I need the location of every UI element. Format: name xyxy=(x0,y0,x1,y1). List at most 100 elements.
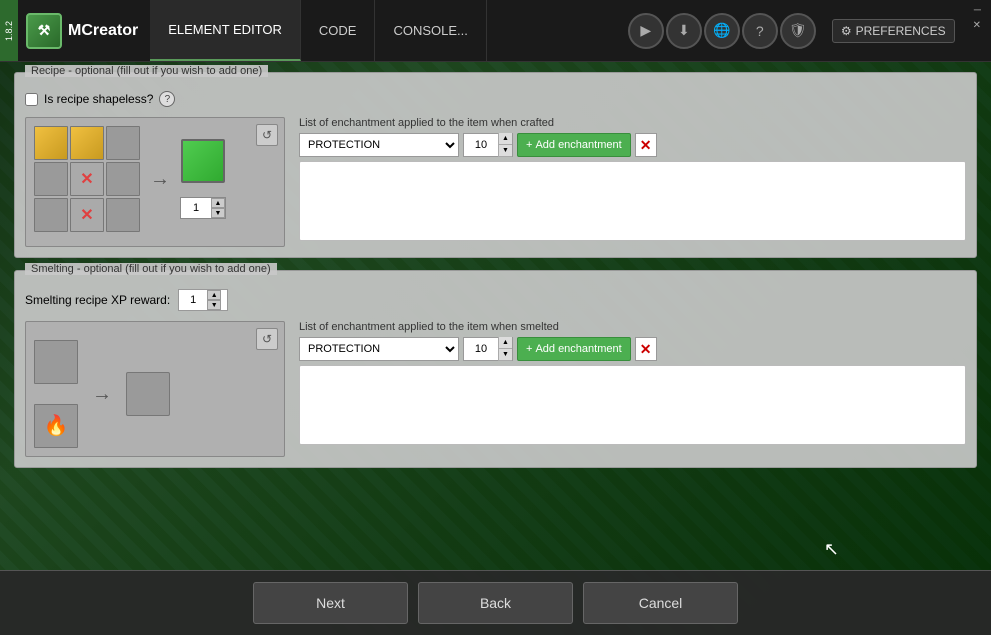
smelting-enchant-section: List of enchantment applied to the item … xyxy=(299,321,966,445)
recipe-enchant-level: 10 ▲ ▼ xyxy=(463,133,513,157)
recipe-enchant-list xyxy=(299,161,966,241)
grid-cell-0-0[interactable] xyxy=(34,126,68,160)
shapeless-row: Is recipe shapeless? ? xyxy=(25,91,966,107)
version-badge: 1.8.2 xyxy=(0,0,18,61)
close-button[interactable]: ✕ xyxy=(969,19,985,32)
reset-smelting-button[interactable]: ↺ xyxy=(256,328,278,350)
minimize-button[interactable]: ─ xyxy=(970,4,985,17)
smelting-enchant-level-down[interactable]: ▼ xyxy=(498,349,512,361)
recipe-add-enchant-button[interactable]: + Add enchantment xyxy=(517,133,631,157)
smelting-enchant-row: PROTECTION 10 ▲ ▼ + Add enchantment xyxy=(299,337,966,361)
grid-cell-0-1[interactable] xyxy=(70,126,104,160)
download-icon[interactable]: ⬇ xyxy=(666,13,702,49)
smelting-enchant-level-value: 10 xyxy=(464,343,498,355)
count-down-button[interactable]: ▼ xyxy=(211,208,225,218)
grid-cell-0-2[interactable] xyxy=(106,126,140,160)
bottom-bar: Next Back Cancel xyxy=(0,570,991,635)
xp-down-button[interactable]: ▼ xyxy=(207,300,221,310)
next-button[interactable]: Next xyxy=(253,582,408,624)
smelting-output-cell[interactable] xyxy=(126,372,170,416)
nav-element-editor[interactable]: ELEMENT EDITOR xyxy=(150,0,301,61)
fire-icon: 🔥 xyxy=(35,413,77,438)
gear-icon: ⚙ xyxy=(841,24,852,38)
smelting-add-enchant-label: Add enchantment xyxy=(535,343,621,355)
main-content: Recipe - optional (fill out if you wish … xyxy=(0,62,991,635)
smelting-plus-icon: + xyxy=(526,343,532,355)
smelting-section-title: Smelting - optional (fill out if you wis… xyxy=(25,263,277,275)
smelting-enchant-level-up[interactable]: ▲ xyxy=(498,337,512,349)
smelting-enchant-label: List of enchantment applied to the item … xyxy=(299,321,966,333)
smelting-section-inner: Smelting recipe XP reward: ▲ ▼ ↺ xyxy=(25,289,966,457)
recipe-enchant-level-up[interactable]: ▲ xyxy=(498,133,512,145)
app-name: MCreator xyxy=(68,22,138,40)
xp-value-field[interactable] xyxy=(179,290,207,310)
help-icon[interactable]: ? xyxy=(159,91,175,107)
window-controls: ─ ✕ xyxy=(963,0,991,61)
recipe-remove-enchant-button[interactable]: ✕ xyxy=(635,133,657,157)
shapeless-checkbox[interactable] xyxy=(25,93,38,106)
recipe-enchant-section: List of enchantment applied to the item … xyxy=(299,117,966,241)
plus-icon: + xyxy=(526,139,532,151)
grid-cell-2-1[interactable]: ✕ xyxy=(70,198,104,232)
smelting-area: ↺ 🔥 → List o xyxy=(25,321,966,457)
back-button[interactable]: Back xyxy=(418,582,573,624)
titlebar-right: ⚙ PREFERENCES xyxy=(824,0,963,61)
grid-cell-1-0[interactable] xyxy=(34,162,68,196)
crafting-grid: ✕ ✕ xyxy=(34,126,140,232)
grid-cell-1-2[interactable] xyxy=(106,162,140,196)
preferences-button[interactable]: ⚙ PREFERENCES xyxy=(832,19,955,43)
grid-cell-2-2[interactable] xyxy=(106,198,140,232)
nav-console[interactable]: CONSOLE... xyxy=(375,0,486,61)
recipe-enchant-level-value: 10 xyxy=(464,139,498,151)
smelting-add-enchant-button[interactable]: + Add enchantment xyxy=(517,337,631,361)
shapeless-label: Is recipe shapeless? xyxy=(44,92,153,106)
globe-icon[interactable]: 🌐 xyxy=(704,13,740,49)
xp-up-button[interactable]: ▲ xyxy=(207,290,221,300)
add-enchant-label: Add enchantment xyxy=(535,139,621,151)
titlebar: 1.8.2 ⚒ MCreator ELEMENT EDITOR CODE CON… xyxy=(0,0,991,62)
recipe-section: Recipe - optional (fill out if you wish … xyxy=(14,72,977,258)
count-box: ▲ ▼ xyxy=(180,197,226,219)
recipe-section-inner: Is recipe shapeless? ? ↺ xyxy=(25,91,966,247)
smelting-input-column: 🔥 xyxy=(34,340,78,448)
smelting-arrow-icon: → xyxy=(92,383,112,406)
smelting-section: Smelting - optional (fill out if you wis… xyxy=(14,270,977,468)
recipe-output-cell[interactable] xyxy=(181,139,225,183)
crafting-grid-container: ↺ ✕ ✕ xyxy=(25,117,285,247)
recipe-section-title: Recipe - optional (fill out if you wish … xyxy=(25,65,268,77)
output-count-input: ▲ ▼ xyxy=(180,197,226,219)
smelting-layout: 🔥 → xyxy=(34,340,276,448)
grid-cell-2-0[interactable] xyxy=(34,198,68,232)
smelting-enchant-select[interactable]: PROTECTION xyxy=(299,337,459,361)
xp-reward-label: Smelting recipe XP reward: xyxy=(25,293,170,307)
recipe-area: ↺ ✕ ✕ xyxy=(25,117,966,247)
nav-code[interactable]: CODE xyxy=(301,0,376,61)
count-up-button[interactable]: ▲ xyxy=(211,198,225,208)
app-logo: ⚒ MCreator xyxy=(18,0,146,61)
recipe-enchant-level-down[interactable]: ▼ xyxy=(498,145,512,157)
count-arrows: ▲ ▼ xyxy=(211,198,225,218)
toolbar-icons: ▶ ⬇ 🌐 ? 🛡 xyxy=(620,0,824,61)
logo-icon: ⚒ xyxy=(26,13,62,49)
preferences-label: PREFERENCES xyxy=(856,24,946,38)
recipe-enchant-select[interactable]: PROTECTION xyxy=(299,133,459,157)
recipe-enchant-row: PROTECTION 10 ▲ ▼ + Add enchantment xyxy=(299,133,966,157)
cancel-button[interactable]: Cancel xyxy=(583,582,738,624)
titlebar-nav: ELEMENT EDITOR CODE CONSOLE... xyxy=(150,0,487,61)
smelting-grid-container: ↺ 🔥 → xyxy=(25,321,285,457)
shield-icon[interactable]: 🛡 xyxy=(780,13,816,49)
arrow-right-icon: → xyxy=(150,168,170,191)
output-count-field[interactable] xyxy=(181,198,211,218)
play-icon[interactable]: ▶ xyxy=(628,13,664,49)
reset-recipe-button[interactable]: ↺ xyxy=(256,124,278,146)
recipe-enchant-label: List of enchantment applied to the item … xyxy=(299,117,966,129)
recipe-enchant-level-arrows: ▲ ▼ xyxy=(498,133,512,157)
grid-cell-1-1[interactable]: ✕ xyxy=(70,162,104,196)
smelting-enchant-list xyxy=(299,365,966,445)
smelting-remove-enchant-button[interactable]: ✕ xyxy=(635,337,657,361)
smelting-input-cell[interactable] xyxy=(34,340,78,384)
smelting-enchant-level: 10 ▲ ▼ xyxy=(463,337,513,361)
xp-arrows: ▲ ▼ xyxy=(207,290,221,310)
smelting-fuel-cell[interactable]: 🔥 xyxy=(34,404,78,448)
help-icon[interactable]: ? xyxy=(742,13,778,49)
